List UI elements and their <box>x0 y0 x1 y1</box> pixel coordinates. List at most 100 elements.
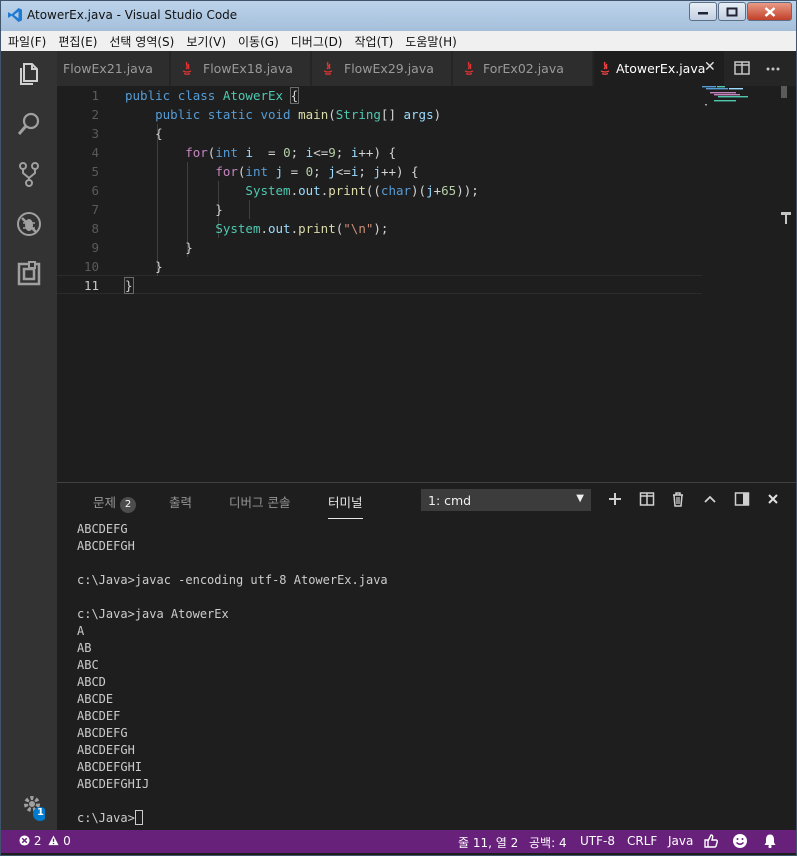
split-editor-icon[interactable] <box>734 60 750 76</box>
code-line: 7 } <box>91 202 223 217</box>
code-line: 5 for(int j = 0; j<=i; j++) { <box>91 164 419 179</box>
terminal-prompt: c:\Java> <box>77 811 135 825</box>
menu-tasks[interactable]: 작업(T) <box>355 33 394 50</box>
tab-flowex29[interactable]: FlowEx29.java <box>312 51 452 86</box>
code-line: 11} <box>83 277 134 294</box>
terminal-line: ABC <box>77 658 99 672</box>
java-file-icon <box>600 61 610 75</box>
editor-tab-bar: FlowEx21.java FlowEx18.java FlowEx29.jav… <box>57 51 796 86</box>
new-terminal-icon[interactable] <box>607 491 623 507</box>
maximize-icon <box>726 7 738 16</box>
minimize-button[interactable] <box>689 2 717 21</box>
terminal-line: ABCDEFGHIJ <box>77 777 150 791</box>
search-icon[interactable] <box>15 110 43 138</box>
more-actions-icon[interactable] <box>765 60 781 76</box>
tab-close-icon[interactable]: ✕ <box>704 59 716 75</box>
vscode-logo-icon <box>8 8 22 22</box>
code-editor[interactable]: 1 public class AtowerEx { 2 public static… <box>57 86 796 482</box>
code-line: 3 { <box>91 126 163 141</box>
activity-bar <box>1 51 57 830</box>
language-mode-status[interactable]: Java <box>668 834 693 848</box>
debug-icon[interactable] <box>15 210 43 238</box>
tab-label: FlowEx21.java <box>63 61 153 76</box>
tab-flowex18[interactable]: FlowEx18.java <box>171 51 311 86</box>
error-count: 2 <box>33 834 42 848</box>
terminal-line: ABCDEFG <box>77 522 128 536</box>
close-panel-icon[interactable] <box>765 491 781 507</box>
terminal-prompt-line[interactable]: c:\Java> <box>77 810 777 827</box>
terminal-line: ABCDEFGH <box>77 743 135 757</box>
terminal-line: ABCDE <box>77 692 114 706</box>
tab-label: ForEx02.java <box>483 61 564 76</box>
java-file-icon <box>323 61 333 75</box>
code-line: 1 public class AtowerEx { <box>91 87 300 104</box>
indentation-status[interactable]: 공백: 4 <box>529 834 567 851</box>
tab-label: AtowerEx.java <box>616 61 706 76</box>
minimize-icon <box>698 11 708 14</box>
terminal-line: A <box>77 624 85 638</box>
terminal-line: c:\Java>java AtowerEx <box>77 607 229 621</box>
terminal-line: c:\Java>javac -encoding utf-8 AtowerEx.j… <box>77 573 388 587</box>
tab-label: FlowEx29.java <box>344 61 434 76</box>
explorer-icon[interactable] <box>15 60 43 88</box>
code-line: 6 System.out.print((char)(j+65)); <box>91 183 479 198</box>
menu-file[interactable]: 파일(F) <box>8 33 46 50</box>
menu-selection[interactable]: 선택 영역(S) <box>109 33 174 50</box>
code-line: 9 } <box>91 240 193 255</box>
code-line: 8 System.out.print("\n"); <box>91 221 389 236</box>
terminal-select-value: 1: cmd <box>428 493 472 508</box>
extensions-icon[interactable] <box>15 260 43 288</box>
panel-tab-problems[interactable]: 문제 2 <box>93 492 137 513</box>
close-window-button[interactable] <box>747 2 792 21</box>
split-terminal-icon[interactable] <box>639 491 655 507</box>
close-icon <box>764 6 775 17</box>
terminal-line: AB <box>77 641 92 655</box>
terminal-select[interactable]: 1: cmd ▼ <box>421 489 591 511</box>
tab-forex02[interactable]: ForEx02.java <box>453 51 593 86</box>
trash-icon[interactable] <box>670 491 686 507</box>
cursor-position-status[interactable]: 줄 11, 열 2 <box>458 834 518 851</box>
terminal-line: ABCD <box>77 675 106 689</box>
problems-count-badge: 2 <box>120 497 137 513</box>
menu-bar: 파일(F) 편집(E) 선택 영역(S) 보기(V) 이동(G) 디버그(D) … <box>1 31 796 51</box>
panel-tab-output[interactable]: 출력 <box>169 492 192 511</box>
terminal-cursor <box>134 810 143 825</box>
toggle-panel-position-icon[interactable] <box>734 491 750 507</box>
eol-status[interactable]: CRLF <box>627 834 657 848</box>
error-icon <box>19 835 30 846</box>
bottom-panel: 문제 2 출력 디버그 콘솔 터미널 1: cmd ▼ ABCDEFG ABCDE… <box>57 482 796 830</box>
manage-badge: 1 <box>37 807 44 818</box>
panel-tab-debug-console[interactable]: 디버그 콘솔 <box>229 492 290 511</box>
editor-scrollbar[interactable] <box>781 86 791 482</box>
terminal-line: ABCDEFGHI <box>77 760 143 774</box>
manage-gear-icon[interactable]: 1 <box>21 794 47 822</box>
java-file-icon <box>182 61 192 75</box>
warning-count: 0 <box>63 834 71 848</box>
tab-flowex21[interactable]: FlowEx21.java <box>57 51 170 86</box>
chevron-down-icon: ▼ <box>576 493 584 504</box>
thumbs-up-icon[interactable] <box>703 833 719 849</box>
menu-help[interactable]: 도움말(H) <box>405 33 457 50</box>
bell-notification-icon[interactable] <box>762 833 778 849</box>
maximize-panel-icon[interactable] <box>702 491 718 507</box>
status-bar: 2 0 줄 11, 열 2 공백: 4 UTF-8 CRLF Java <box>1 830 796 853</box>
vscode-window: AtowerEx.java - Visual Studio Code 파일(F)… <box>0 0 797 856</box>
window-title: AtowerEx.java - Visual Studio Code <box>27 8 238 22</box>
panel-tab-terminal[interactable]: 터미널 <box>328 492 363 519</box>
menu-edit[interactable]: 편집(E) <box>58 33 97 50</box>
maximize-button[interactable] <box>718 2 746 21</box>
menu-go[interactable]: 이동(G) <box>238 33 279 50</box>
source-control-icon[interactable] <box>15 160 43 188</box>
tab-atowerex[interactable]: AtowerEx.java ✕ <box>594 51 725 86</box>
menu-debug[interactable]: 디버그(D) <box>291 33 343 50</box>
menu-view[interactable]: 보기(V) <box>186 33 226 50</box>
problems-status[interactable]: 2 0 <box>19 834 71 848</box>
encoding-status[interactable]: UTF-8 <box>580 834 615 848</box>
terminal-output[interactable]: ABCDEFG ABCDEFGH c:\Java>javac -encoding… <box>77 521 777 827</box>
java-file-icon <box>464 61 474 75</box>
terminal-line: ABCDEFGH <box>77 539 135 553</box>
smiley-feedback-icon[interactable] <box>732 833 748 849</box>
